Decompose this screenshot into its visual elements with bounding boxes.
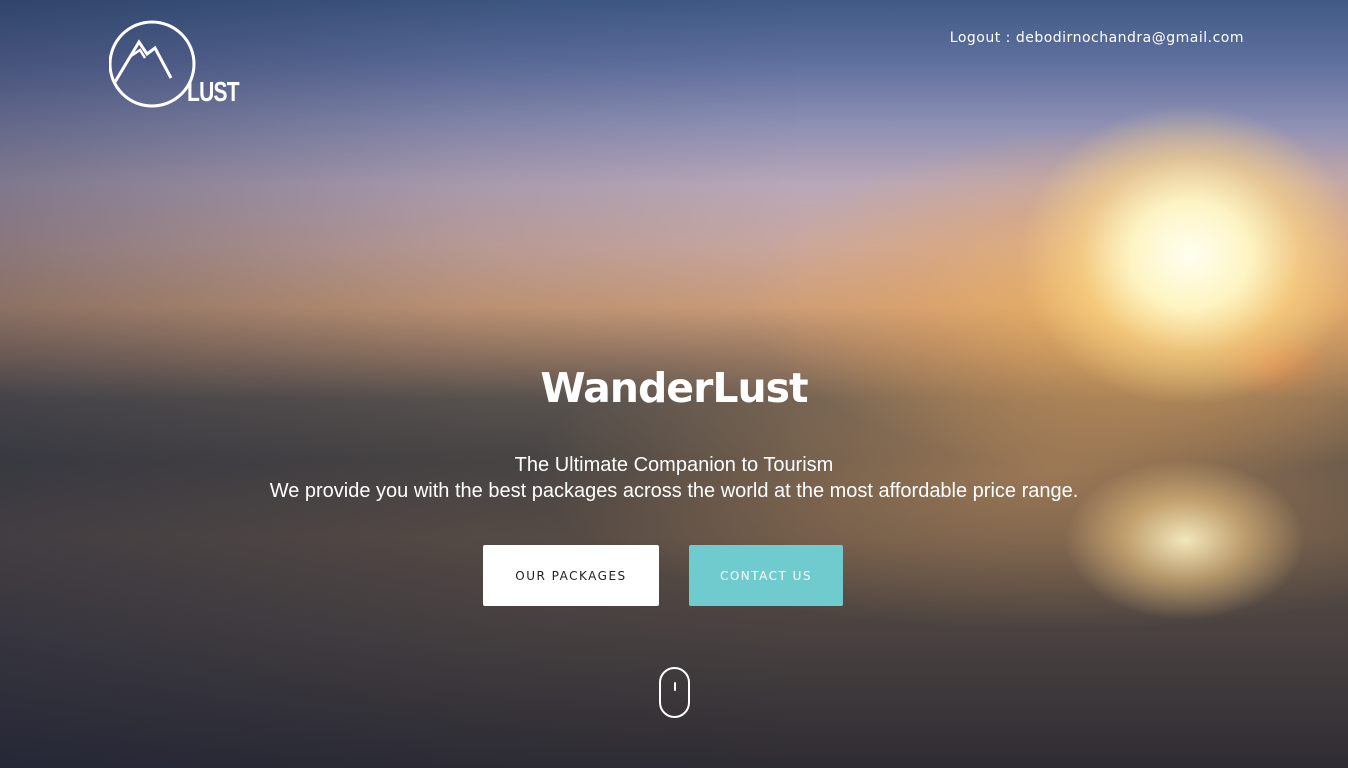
scroll-wheel <box>673 682 676 691</box>
logo-text: LUST <box>187 76 240 107</box>
mouse-scroll-icon[interactable] <box>659 667 690 718</box>
hero-title: WanderLust <box>540 364 808 412</box>
site-logo[interactable]: LUST <box>109 20 240 110</box>
contact-us-button[interactable]: CONTACT US <box>689 545 843 606</box>
logout-link[interactable]: Logout : debodirnochandra@gmail.com <box>950 30 1244 46</box>
our-packages-button[interactable]: OUR PACKAGES <box>483 545 659 606</box>
tagline-line-1: The Ultimate Companion to Tourism <box>514 454 834 476</box>
mountain-circle-icon <box>109 20 196 108</box>
tagline-line-2: We provide you with the best packages ac… <box>269 480 1079 502</box>
